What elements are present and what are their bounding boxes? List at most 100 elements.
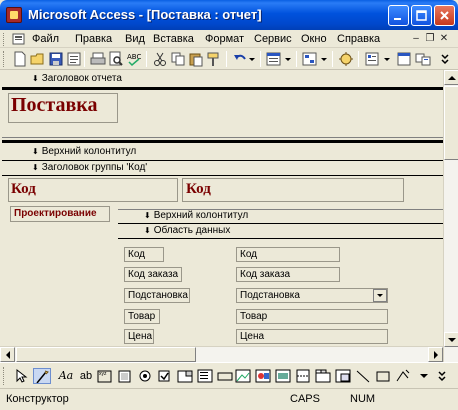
checkbox-tool-icon[interactable] bbox=[156, 368, 174, 384]
paste-icon[interactable] bbox=[188, 51, 204, 67]
minimize-button[interactable] bbox=[388, 5, 409, 26]
label-tool-icon[interactable]: Aa bbox=[57, 368, 75, 384]
textbox-tool-icon[interactable]: ab bbox=[77, 368, 95, 384]
group-design-label[interactable]: Проектирование bbox=[10, 206, 110, 222]
section-page-header-bar[interactable]: Верхний колонтитул bbox=[0, 145, 443, 159]
group-code-label[interactable]: Код bbox=[8, 178, 178, 202]
scroll-down-button[interactable] bbox=[444, 332, 458, 347]
detail-label-order-code[interactable]: Код заказа bbox=[124, 267, 182, 282]
new-icon[interactable] bbox=[12, 51, 28, 67]
toggle-button-icon[interactable] bbox=[116, 368, 134, 384]
undo-icon[interactable] bbox=[232, 51, 248, 67]
detail-label-product[interactable]: Товар bbox=[124, 309, 160, 324]
horizontal-scroll-thumb[interactable] bbox=[16, 347, 196, 362]
detail-label-price[interactable]: Цена bbox=[124, 329, 154, 344]
header-thick-line bbox=[2, 87, 443, 90]
page-break-icon[interactable] bbox=[294, 368, 312, 384]
select-objects-icon[interactable] bbox=[12, 368, 30, 384]
database-window-icon[interactable] bbox=[396, 51, 412, 67]
properties-sheet-icon[interactable] bbox=[364, 51, 380, 67]
image-tool-icon[interactable] bbox=[234, 368, 252, 384]
control-wizards-icon[interactable] bbox=[33, 368, 51, 384]
mdi-restore-button[interactable]: ❐ bbox=[424, 32, 436, 45]
maximize-button[interactable] bbox=[411, 5, 432, 26]
detail-label-lookup[interactable]: Подстановка bbox=[124, 288, 190, 303]
standard-toolbar: ABC bbox=[0, 48, 458, 70]
list-box-icon[interactable] bbox=[196, 368, 214, 384]
detail-field-product[interactable]: Товар bbox=[236, 309, 388, 324]
menu-help[interactable]: Справка bbox=[337, 33, 380, 45]
format-painter-icon[interactable] bbox=[206, 51, 222, 67]
save-icon[interactable] bbox=[48, 51, 64, 67]
section-group-header-bar[interactable]: Заголовок группы 'Код' bbox=[0, 161, 443, 175]
status-num: NUM bbox=[350, 393, 376, 405]
section-detail-bar[interactable]: Область данных bbox=[112, 224, 443, 238]
section-report-header-bar[interactable]: Заголовок отчета bbox=[0, 72, 443, 86]
menu-grip[interactable] bbox=[3, 33, 6, 46]
subform-icon[interactable] bbox=[334, 368, 352, 384]
option-button-icon[interactable] bbox=[136, 368, 154, 384]
scroll-up-button[interactable] bbox=[444, 70, 458, 85]
open-icon[interactable] bbox=[30, 51, 46, 67]
cut-icon[interactable] bbox=[152, 51, 168, 67]
line-tool-icon[interactable] bbox=[354, 368, 372, 384]
vertical-scrollbar[interactable] bbox=[443, 70, 458, 362]
detail-field-order-code[interactable]: Код заказа bbox=[236, 267, 340, 282]
copy-icon[interactable] bbox=[170, 51, 186, 67]
bound-object-icon[interactable] bbox=[274, 368, 292, 384]
field-list-icon[interactable] bbox=[266, 51, 282, 67]
menu-edit[interactable]: Правка bbox=[75, 33, 112, 45]
spelling-icon[interactable]: ABC bbox=[126, 51, 142, 67]
menu-icon[interactable] bbox=[12, 33, 26, 46]
toolbox-dropdown-icon[interactable] bbox=[416, 368, 434, 384]
menu-insert[interactable]: Вставка bbox=[153, 33, 194, 45]
lookup-dropdown-button[interactable] bbox=[373, 289, 387, 302]
tab-control-icon[interactable] bbox=[314, 368, 332, 384]
section-page-header-2-bar[interactable]: Верхний колонтитул bbox=[112, 209, 443, 223]
option-group-icon[interactable]: xyz bbox=[96, 368, 114, 384]
undo-dropdown-icon[interactable] bbox=[248, 51, 256, 67]
detail-label-code[interactable]: Код bbox=[124, 247, 164, 262]
access-app-icon[interactable] bbox=[6, 7, 22, 23]
section-report-header-label: Заголовок отчета bbox=[32, 73, 122, 84]
group-code-field[interactable]: Код bbox=[182, 178, 404, 202]
detail-field-lookup-combo[interactable]: Подстановка bbox=[236, 288, 388, 303]
menu-file[interactable]: Файл bbox=[32, 33, 59, 45]
command-button-icon[interactable] bbox=[216, 368, 234, 384]
more-controls-icon[interactable] bbox=[394, 368, 412, 384]
title-bar[interactable]: Microsoft Access - [Поставка : отчет] bbox=[0, 0, 458, 30]
menu-window[interactable]: Окно bbox=[301, 33, 327, 45]
mdi-minimize-button[interactable]: – bbox=[410, 32, 422, 45]
detail-field-code[interactable]: Код bbox=[236, 247, 340, 262]
properties-dropdown-icon[interactable] bbox=[382, 51, 392, 67]
menu-view[interactable]: Вид bbox=[125, 33, 145, 45]
combo-box-icon[interactable] bbox=[176, 368, 194, 384]
vertical-scroll-thumb[interactable] bbox=[444, 86, 458, 160]
unbound-object-icon[interactable] bbox=[254, 368, 272, 384]
scroll-right-button[interactable] bbox=[428, 347, 443, 362]
report-title-label[interactable]: Поставка bbox=[8, 93, 118, 123]
new-object-icon[interactable] bbox=[415, 51, 431, 67]
report-design-surface[interactable]: Заголовок отчета Поставка Верхний колонт… bbox=[0, 70, 443, 346]
toolbox-grip[interactable] bbox=[3, 367, 6, 385]
field-list-dropdown-icon[interactable] bbox=[284, 51, 292, 67]
menu-tools[interactable]: Сервис bbox=[254, 33, 292, 45]
page-header-thick-line bbox=[2, 140, 443, 143]
toolbox-options-icon[interactable] bbox=[436, 368, 450, 384]
print-icon[interactable] bbox=[90, 51, 106, 67]
build-icon[interactable] bbox=[338, 51, 354, 67]
toolbar-options-icon[interactable] bbox=[438, 51, 452, 67]
sorting-dropdown-icon[interactable] bbox=[320, 51, 328, 67]
rectangle-tool-icon[interactable] bbox=[374, 368, 392, 384]
close-button[interactable] bbox=[434, 5, 455, 26]
status-bar: Конструктор CAPS NUM bbox=[0, 388, 458, 410]
print-preview-icon[interactable] bbox=[108, 51, 124, 67]
detail-field-price[interactable]: Цена bbox=[236, 329, 388, 344]
menu-format[interactable]: Формат bbox=[205, 33, 244, 45]
horizontal-scrollbar[interactable] bbox=[0, 346, 443, 362]
toolbar-grip[interactable] bbox=[3, 51, 6, 67]
mdi-close-button[interactable]: ✕ bbox=[438, 32, 450, 45]
scroll-left-button[interactable] bbox=[0, 347, 15, 362]
sorting-grouping-icon[interactable] bbox=[302, 51, 318, 67]
properties-icon[interactable] bbox=[66, 51, 82, 67]
